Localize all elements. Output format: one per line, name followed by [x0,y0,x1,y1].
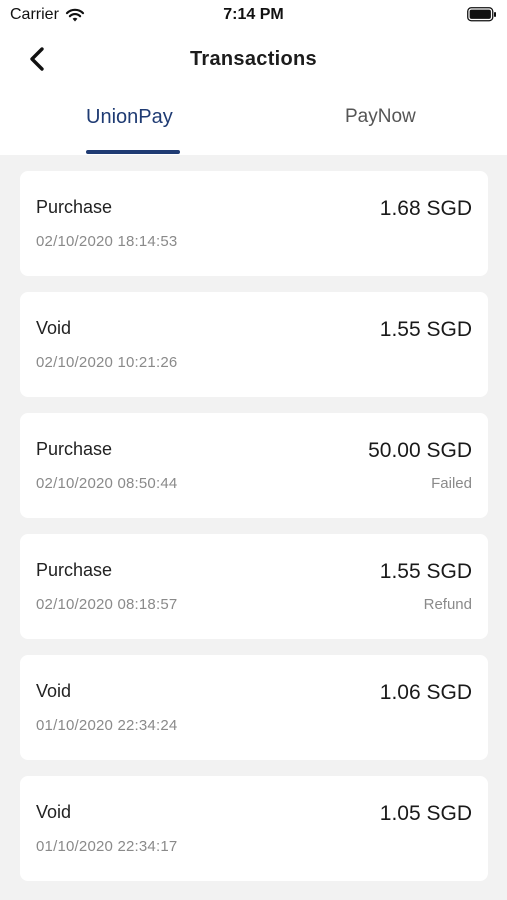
transaction-status: Failed [431,475,472,492]
tab-unionpay[interactable]: UnionPay [86,106,173,129]
transaction-datetime: 02/10/2020 18:14:53 [36,233,178,250]
transaction-datetime: 02/10/2020 08:50:44 [36,475,178,492]
transaction-amount: 1.55 SGD [379,560,472,583]
transaction-amount: 1.06 SGD [379,681,472,704]
navigation-bar: Transactions [0,38,507,82]
transaction-card[interactable]: Purchase 02/10/2020 08:50:44 50.00 SGD F… [20,413,488,518]
transaction-amount: 1.55 SGD [379,318,472,341]
battery-icon [467,7,497,22]
status-bar: Carrier 7:14 PM [0,0,507,30]
transaction-card[interactable]: Purchase 02/10/2020 08:18:57 1.55 SGD Re… [20,534,488,639]
transaction-type: Void [36,318,72,338]
transaction-datetime: 02/10/2020 10:21:26 [36,354,178,371]
transaction-card[interactable]: Purchase 02/10/2020 18:14:53 1.68 SGD [20,171,488,276]
transaction-type: Void [36,681,72,701]
transaction-card[interactable]: Void 02/10/2020 10:21:26 1.55 SGD [20,292,488,397]
tab-bar: UnionPay PayNow [0,100,507,155]
header-area: Carrier 7:14 PM Transactions UnionPay Pa… [0,0,507,155]
transaction-datetime: 01/10/2020 22:34:17 [36,838,178,855]
page-title: Transactions [190,48,317,70]
transaction-amount: 1.05 SGD [379,802,472,825]
transaction-status: Refund [423,596,472,613]
transaction-type: Purchase [36,560,113,580]
transaction-card[interactable]: Void 01/10/2020 22:34:17 1.05 SGD [20,776,488,881]
transaction-amount: 50.00 SGD [368,439,472,462]
transaction-list: Purchase 02/10/2020 18:14:53 1.68 SGD Vo… [20,171,488,897]
transaction-type: Purchase [36,439,113,459]
clock: 7:14 PM [223,6,284,23]
transaction-datetime: 02/10/2020 08:18:57 [36,596,178,613]
transaction-amount: 1.68 SGD [379,197,472,220]
tab-paynow[interactable]: PayNow [345,106,416,128]
transaction-card[interactable]: Void 01/10/2020 22:34:24 1.06 SGD [20,655,488,760]
transaction-type: Purchase [36,197,113,217]
transaction-datetime: 01/10/2020 22:34:24 [36,717,178,734]
active-tab-indicator [86,150,180,154]
transaction-type: Void [36,802,72,822]
